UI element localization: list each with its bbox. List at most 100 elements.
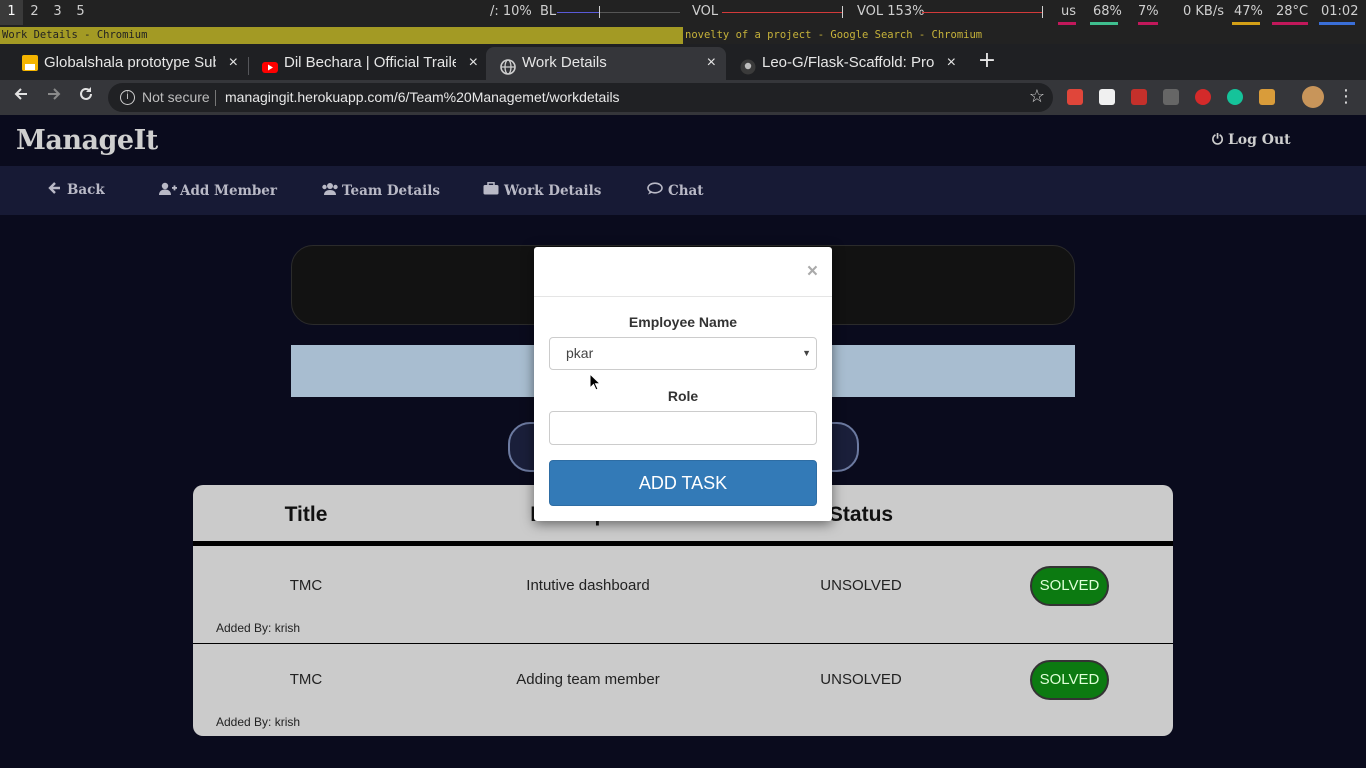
arrow-back-icon [14, 88, 27, 100]
cell-status: UNSOLVED [820, 577, 902, 594]
tab-label: Dil Bechara | Official Traile [284, 54, 456, 71]
users-icon [321, 182, 338, 199]
reload-icon [80, 87, 92, 100]
nav-label: Team Details [342, 183, 440, 199]
nav-chat[interactable]: Chat [647, 182, 704, 199]
info-icon[interactable]: i [120, 90, 135, 105]
security-label[interactable]: Not secure [142, 89, 210, 105]
tab-close-icon[interactable]: × [947, 47, 956, 78]
chevron-down-icon: ▼ [802, 348, 811, 358]
nav-back[interactable]: Back [46, 182, 105, 198]
volume2-meter [922, 12, 1042, 13]
power-icon: ⏻ [1212, 132, 1228, 148]
backlight-label: BL [540, 4, 557, 19]
workspace-3[interactable]: 3 [46, 0, 69, 25]
backlight-meter-track [600, 12, 680, 13]
brightness-status: /: 10% [490, 4, 532, 19]
volume2-meter-knob [1042, 6, 1043, 18]
nav-label: Back [67, 182, 105, 198]
system-status-bar: 1 2 3 5 /: 10% BL VOL VOL 153% us 68% 7%… [0, 0, 1366, 25]
volume-meter-knob [842, 6, 843, 18]
back-button[interactable] [8, 84, 34, 110]
employee-name-select[interactable]: pkar ▼ [549, 337, 817, 370]
inactive-window-title[interactable]: novelty of a project - Google Search - C… [685, 27, 982, 44]
window-title-strip: Work Details - Chromium novelty of a pro… [0, 25, 1366, 44]
tab-close-icon[interactable]: × [229, 47, 238, 78]
nav-label: Chat [668, 183, 704, 199]
workspace-1[interactable]: 1 [0, 0, 23, 25]
tab-dil-bechara[interactable]: Dil Bechara | Official Traile × [248, 47, 488, 80]
network-speed: 0 KB/s [1183, 4, 1224, 19]
table-row: TMC Intutive dashboard UNSOLVED SOLVED A… [193, 551, 1173, 644]
chat-icon [647, 182, 663, 199]
backlight-meter-fill [557, 12, 599, 13]
nav-label: Work Details [504, 183, 602, 199]
tab-strip: Globalshala prototype Sub × Dil Bechara … [0, 44, 1366, 80]
grammarly-icon[interactable] [1227, 89, 1243, 105]
column-header-title: Title [284, 503, 328, 526]
tab-label: Work Details [522, 54, 607, 71]
mark-solved-button[interactable]: SOLVED [1030, 660, 1109, 700]
tab-globalshala[interactable]: Globalshala prototype Sub × [8, 47, 248, 80]
mail-extension-icon[interactable] [1195, 89, 1211, 105]
profile-avatar[interactable] [1302, 86, 1324, 108]
nav-label: Add Member [180, 183, 278, 199]
cell-title: TMC [289, 671, 323, 688]
omnibox-separator [215, 90, 216, 106]
workspace-5[interactable]: 5 [69, 0, 92, 25]
url-text[interactable]: managingit.herokuapp.com/6/Team%20Manage… [225, 89, 620, 105]
briefcase-icon [483, 182, 499, 199]
cell-description: Adding team member [516, 671, 660, 688]
employee-name-label: Employee Name [628, 314, 738, 330]
cell-status: UNSOLVED [820, 671, 902, 688]
new-tab-button[interactable]: + [975, 47, 999, 75]
nav-add-member[interactable]: Add Member [159, 182, 277, 199]
browser-toolbar: i Not secure managingit.herokuapp.com/6/… [0, 80, 1366, 115]
browser-menu-icon[interactable]: ⋮ [1337, 85, 1355, 109]
tab-flask-scaffold[interactable]: Leo-G/Flask-Scaffold: Pro × [726, 47, 966, 80]
mark-solved-button[interactable]: SOLVED [1030, 566, 1109, 606]
logout-link[interactable]: ⏻ Log Out [1212, 132, 1291, 148]
table-row: TMC Adding team member UNSOLVED SOLVED A… [193, 645, 1173, 736]
slides-icon [22, 55, 38, 71]
spy-extension-icon[interactable] [1259, 89, 1275, 105]
nav-work-details[interactable]: Work Details [483, 182, 601, 199]
address-bar[interactable]: i Not secure managingit.herokuapp.com/6/… [108, 83, 1053, 112]
youtube-icon [262, 55, 278, 73]
tab-close-icon[interactable]: × [469, 47, 478, 78]
add-task-button[interactable]: ADD TASK [549, 460, 817, 506]
role-label: Role [667, 388, 699, 404]
arrow-left-icon [46, 182, 62, 198]
reload-button[interactable] [73, 84, 99, 110]
nav-team-details[interactable]: Team Details [321, 182, 440, 199]
arrow-forward-icon [48, 88, 61, 100]
volume-meter [722, 12, 842, 13]
user-plus-icon [159, 182, 177, 199]
work-details-table: Title Description Status TMC Intutive da… [193, 485, 1173, 736]
app-navbar: Back Add Member Team Details Work Detail… [0, 166, 1366, 215]
tab-label: Globalshala prototype Sub [44, 54, 216, 71]
cell-title: TMC [289, 577, 323, 594]
workspace-2[interactable]: 2 [23, 0, 46, 25]
brand-logo[interactable]: ManageIt [16, 125, 158, 156]
tab-label: Leo-G/Flask-Scaffold: Pro [762, 54, 934, 71]
extension-icon[interactable] [1099, 89, 1115, 105]
logout-label: Log Out [1227, 132, 1291, 148]
bookmark-star-icon[interactable]: ☆ [1029, 86, 1045, 107]
active-window-title[interactable]: Work Details - Chromium [0, 27, 683, 44]
add-task-modal: × Employee Name pkar ▼ Role ADD TASK [534, 247, 832, 521]
role-input[interactable] [549, 411, 817, 445]
github-icon [740, 55, 756, 75]
video-extension-icon[interactable] [1131, 89, 1147, 105]
dots-extension-icon[interactable] [1163, 89, 1179, 105]
pocket-extension-icon[interactable] [1067, 89, 1083, 105]
tab-close-icon[interactable]: × [707, 47, 716, 78]
forward-button[interactable] [41, 84, 67, 110]
tab-work-details[interactable]: Work Details × [486, 47, 726, 80]
volume-percent: VOL 153% [857, 4, 925, 19]
volume-label: VOL [692, 4, 719, 19]
added-by-text: Added By: krish [216, 715, 301, 729]
modal-header: × [534, 247, 832, 297]
globe-icon [500, 55, 516, 75]
modal-close-icon[interactable]: × [807, 261, 818, 283]
